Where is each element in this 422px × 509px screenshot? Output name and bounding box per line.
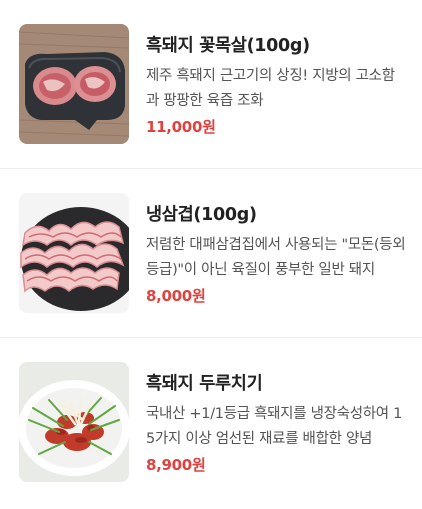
menu-item-price: 8,900원	[146, 456, 206, 474]
menu-list: 흑돼지 꽃목살(100g) 제주 흑돼지 근고기의 상징! 지방의 고소함과 팡…	[0, 0, 422, 507]
menu-item-pork-neck[interactable]: 흑돼지 꽃목살(100g) 제주 흑돼지 근고기의 상징! 지방의 고소함과 팡…	[0, 0, 422, 169]
frozen-pork-belly-photo	[19, 193, 129, 313]
menu-item-price: 8,000원	[146, 287, 206, 305]
menu-item-info: 흑돼지 두루치기 국내산 +1/1등급 흑돼지를 냉장숙성하여 15가지 이상 …	[146, 362, 406, 475]
menu-item-info: 흑돼지 꽃목살(100g) 제주 흑돼지 근고기의 상징! 지방의 고소함과 팡…	[146, 24, 406, 137]
pork-neck-photo	[19, 24, 129, 144]
menu-item-frozen-pork-belly[interactable]: 냉삼겹(100g) 저렴한 대패삼겹집에서 사용되는 "모돈(등외등급)"이 아…	[0, 169, 422, 338]
menu-item-description: 저렴한 대패삼겹집에서 사용되는 "모돈(등외등급)"이 아닌 육질이 풍부한 …	[146, 237, 406, 278]
menu-item-name: 냉삼겹(100g)	[146, 205, 257, 225]
stir-fried-pork-photo	[19, 362, 129, 482]
menu-item-name: 흑돼지 꽃목살(100g)	[146, 36, 310, 56]
menu-item-stir-fried-pork[interactable]: 흑돼지 두루치기 국내산 +1/1등급 흑돼지를 냉장숙성하여 15가지 이상 …	[0, 338, 422, 507]
menu-item-name: 흑돼지 두루치기	[146, 374, 263, 394]
menu-item-description: 제주 흑돼지 근고기의 상징! 지방의 고소함과 팡팡한 육즙 조화	[146, 68, 395, 109]
menu-item-price: 11,000원	[146, 118, 216, 136]
menu-item-info: 냉삼겹(100g) 저렴한 대패삼겹집에서 사용되는 "모돈(등외등급)"이 아…	[146, 193, 406, 306]
menu-item-description: 국내산 +1/1등급 흑돼지를 냉장숙성하여 15가지 이상 엄선된 재료를 배…	[146, 406, 403, 447]
